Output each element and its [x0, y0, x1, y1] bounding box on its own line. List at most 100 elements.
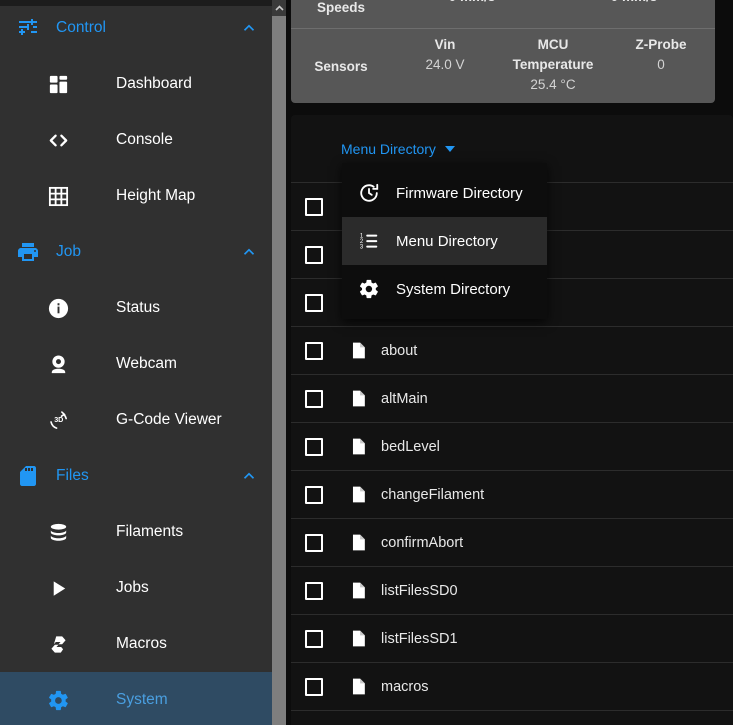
sensor-cell-value: 0: [657, 57, 665, 72]
main-content: Speeds 0 mm/s 0 mm/s Sensors Vin 24.0 V MCU Te…: [286, 0, 733, 725]
menu-item-firmware-directory[interactable]: Firmware Directory: [342, 169, 547, 217]
chevron-up-icon[interactable]: [226, 243, 272, 261]
sidebar-item-filaments[interactable]: Filaments: [0, 504, 272, 560]
nav-group-files[interactable]: Files: [0, 448, 272, 504]
play-icon: [53, 580, 65, 596]
scrollbar-up-button[interactable]: [272, 0, 286, 16]
grid-icon: [48, 186, 68, 206]
sidebar-item-label: Filaments: [116, 523, 184, 540]
file-icon: [336, 581, 381, 600]
sidebar-item-height-map[interactable]: Height Map: [0, 168, 272, 224]
directory-dropdown-menu[interactable]: Firmware Directory 1 2 3 Menu Directory Syste…: [342, 163, 547, 319]
sidebar-item-system[interactable]: System: [0, 672, 272, 725]
table-row[interactable]: [291, 710, 733, 725]
gear-icon: [48, 690, 68, 710]
dropdown-item-list: Firmware Directory 1 2 3 Menu Directory Syste…: [342, 169, 547, 313]
play-icon: [0, 577, 116, 600]
sidebar-item-label: Status: [116, 299, 160, 316]
row-checkbox[interactable]: [291, 389, 336, 408]
file-icon: [336, 437, 381, 456]
grid-icon: [0, 185, 116, 208]
file-name: about: [381, 342, 418, 359]
sensor-cell: MCU Temperature 25.4 °C: [499, 29, 607, 103]
tune-icon: [19, 19, 37, 35]
scrollbar-thumb[interactable]: [272, 16, 286, 725]
table-row[interactable]: confirmAbort: [291, 518, 733, 566]
menu-item-system-directory[interactable]: System Directory: [342, 265, 547, 313]
sensor-cell-title: 0 mm/s: [555, 0, 713, 7]
file-name: listFilesSD0: [381, 582, 458, 599]
sensor-row-label: Speeds: [316, 0, 366, 15]
webcam-icon: [51, 354, 65, 373]
table-row[interactable]: macros: [291, 662, 733, 710]
sensor-cell: Vin 24.0 V: [391, 29, 499, 103]
row-checkbox[interactable]: [291, 245, 336, 264]
webcam-icon: [0, 353, 116, 376]
3d-rotate-icon: 3D: [0, 409, 116, 432]
sidebar-item-dashboard[interactable]: Dashboard: [0, 56, 272, 112]
table-row[interactable]: about: [291, 326, 733, 374]
sidebar-nav-list: Control Dashboard Console Height Map Job Stat…: [0, 0, 272, 725]
row-checkbox[interactable]: [291, 485, 336, 504]
table-row[interactable]: altMain: [291, 374, 733, 422]
chevron-up-icon: [243, 24, 255, 31]
file-name: macros: [381, 678, 429, 695]
row-checkbox[interactable]: [291, 293, 336, 312]
list-ol-icon: 123: [342, 230, 396, 252]
row-checkbox[interactable]: [291, 197, 336, 216]
sidebar-item-console[interactable]: Console: [0, 112, 272, 168]
directory-select-label: Menu Directory: [341, 140, 436, 157]
gear-icon: [359, 279, 378, 299]
sensor-row-label: Sensors: [314, 58, 368, 74]
history-icon: [342, 182, 396, 204]
code-icon: [0, 129, 116, 152]
directory-select-button[interactable]: Menu Directory: [341, 141, 455, 157]
table-row[interactable]: changeFilament: [291, 470, 733, 518]
row-checkbox[interactable]: [291, 677, 336, 696]
sidebar-item-status[interactable]: Status: [0, 280, 272, 336]
file-icon: [352, 582, 365, 599]
dashboard-icon: [0, 73, 116, 96]
file-icon: [352, 534, 365, 551]
row-checkbox[interactable]: [291, 581, 336, 600]
sidebar-item-jobs[interactable]: Jobs: [0, 560, 272, 616]
file-name: bedLevel: [381, 438, 440, 455]
menu-item-menu-directory[interactable]: 1 2 3 Menu Directory: [342, 217, 547, 265]
printer-icon: [0, 240, 56, 264]
row-checkbox[interactable]: [291, 533, 336, 552]
nav-group-label: Files: [56, 467, 89, 484]
file-icon: [352, 438, 365, 455]
nav-group-control[interactable]: Control: [0, 0, 272, 56]
info-icon: [0, 297, 116, 320]
sidebar-item-macros[interactable]: Macros: [0, 616, 272, 672]
table-row[interactable]: bedLevel: [291, 422, 733, 470]
list-ol-icon: 123: [360, 233, 378, 250]
file-name: listFilesSD1: [381, 630, 458, 647]
menu-item-label: Menu Directory: [396, 232, 498, 250]
status-sensor-card: Speeds 0 mm/s 0 mm/s Sensors Vin 24.0 V MCU Te…: [291, 0, 715, 103]
macro-icon: [50, 635, 66, 653]
table-row[interactable]: listFilesSD1: [291, 614, 733, 662]
chevron-up-icon: [274, 5, 284, 11]
database-icon: [50, 523, 66, 541]
chevron-up-icon[interactable]: [226, 467, 272, 485]
database-icon: [0, 521, 116, 544]
sidebar-item-webcam[interactable]: Webcam: [0, 336, 272, 392]
file-icon: [352, 630, 365, 647]
sensor-cell-title: MCU Temperature: [512, 37, 594, 72]
sidebar-scrollbar[interactable]: [272, 0, 286, 725]
menu-item-label: System Directory: [396, 280, 511, 298]
sidebar-item-label: Macros: [116, 635, 167, 652]
sidebar-item-g-code-viewer[interactable]: 3D G-Code Viewer: [0, 392, 272, 448]
row-checkbox[interactable]: [291, 629, 336, 648]
row-checkbox[interactable]: [291, 341, 336, 360]
chevron-up-icon[interactable]: [226, 19, 272, 37]
app-root: Control Dashboard Console Height Map Job Stat…: [0, 0, 733, 725]
row-checkbox[interactable]: [291, 437, 336, 456]
menu-item-label: Firmware Directory: [396, 184, 523, 202]
nav-group-job[interactable]: Job: [0, 224, 272, 280]
file-icon: [336, 389, 381, 408]
file-icon: [352, 390, 365, 407]
table-row[interactable]: listFilesSD0: [291, 566, 733, 614]
svg-text:3: 3: [360, 244, 364, 250]
